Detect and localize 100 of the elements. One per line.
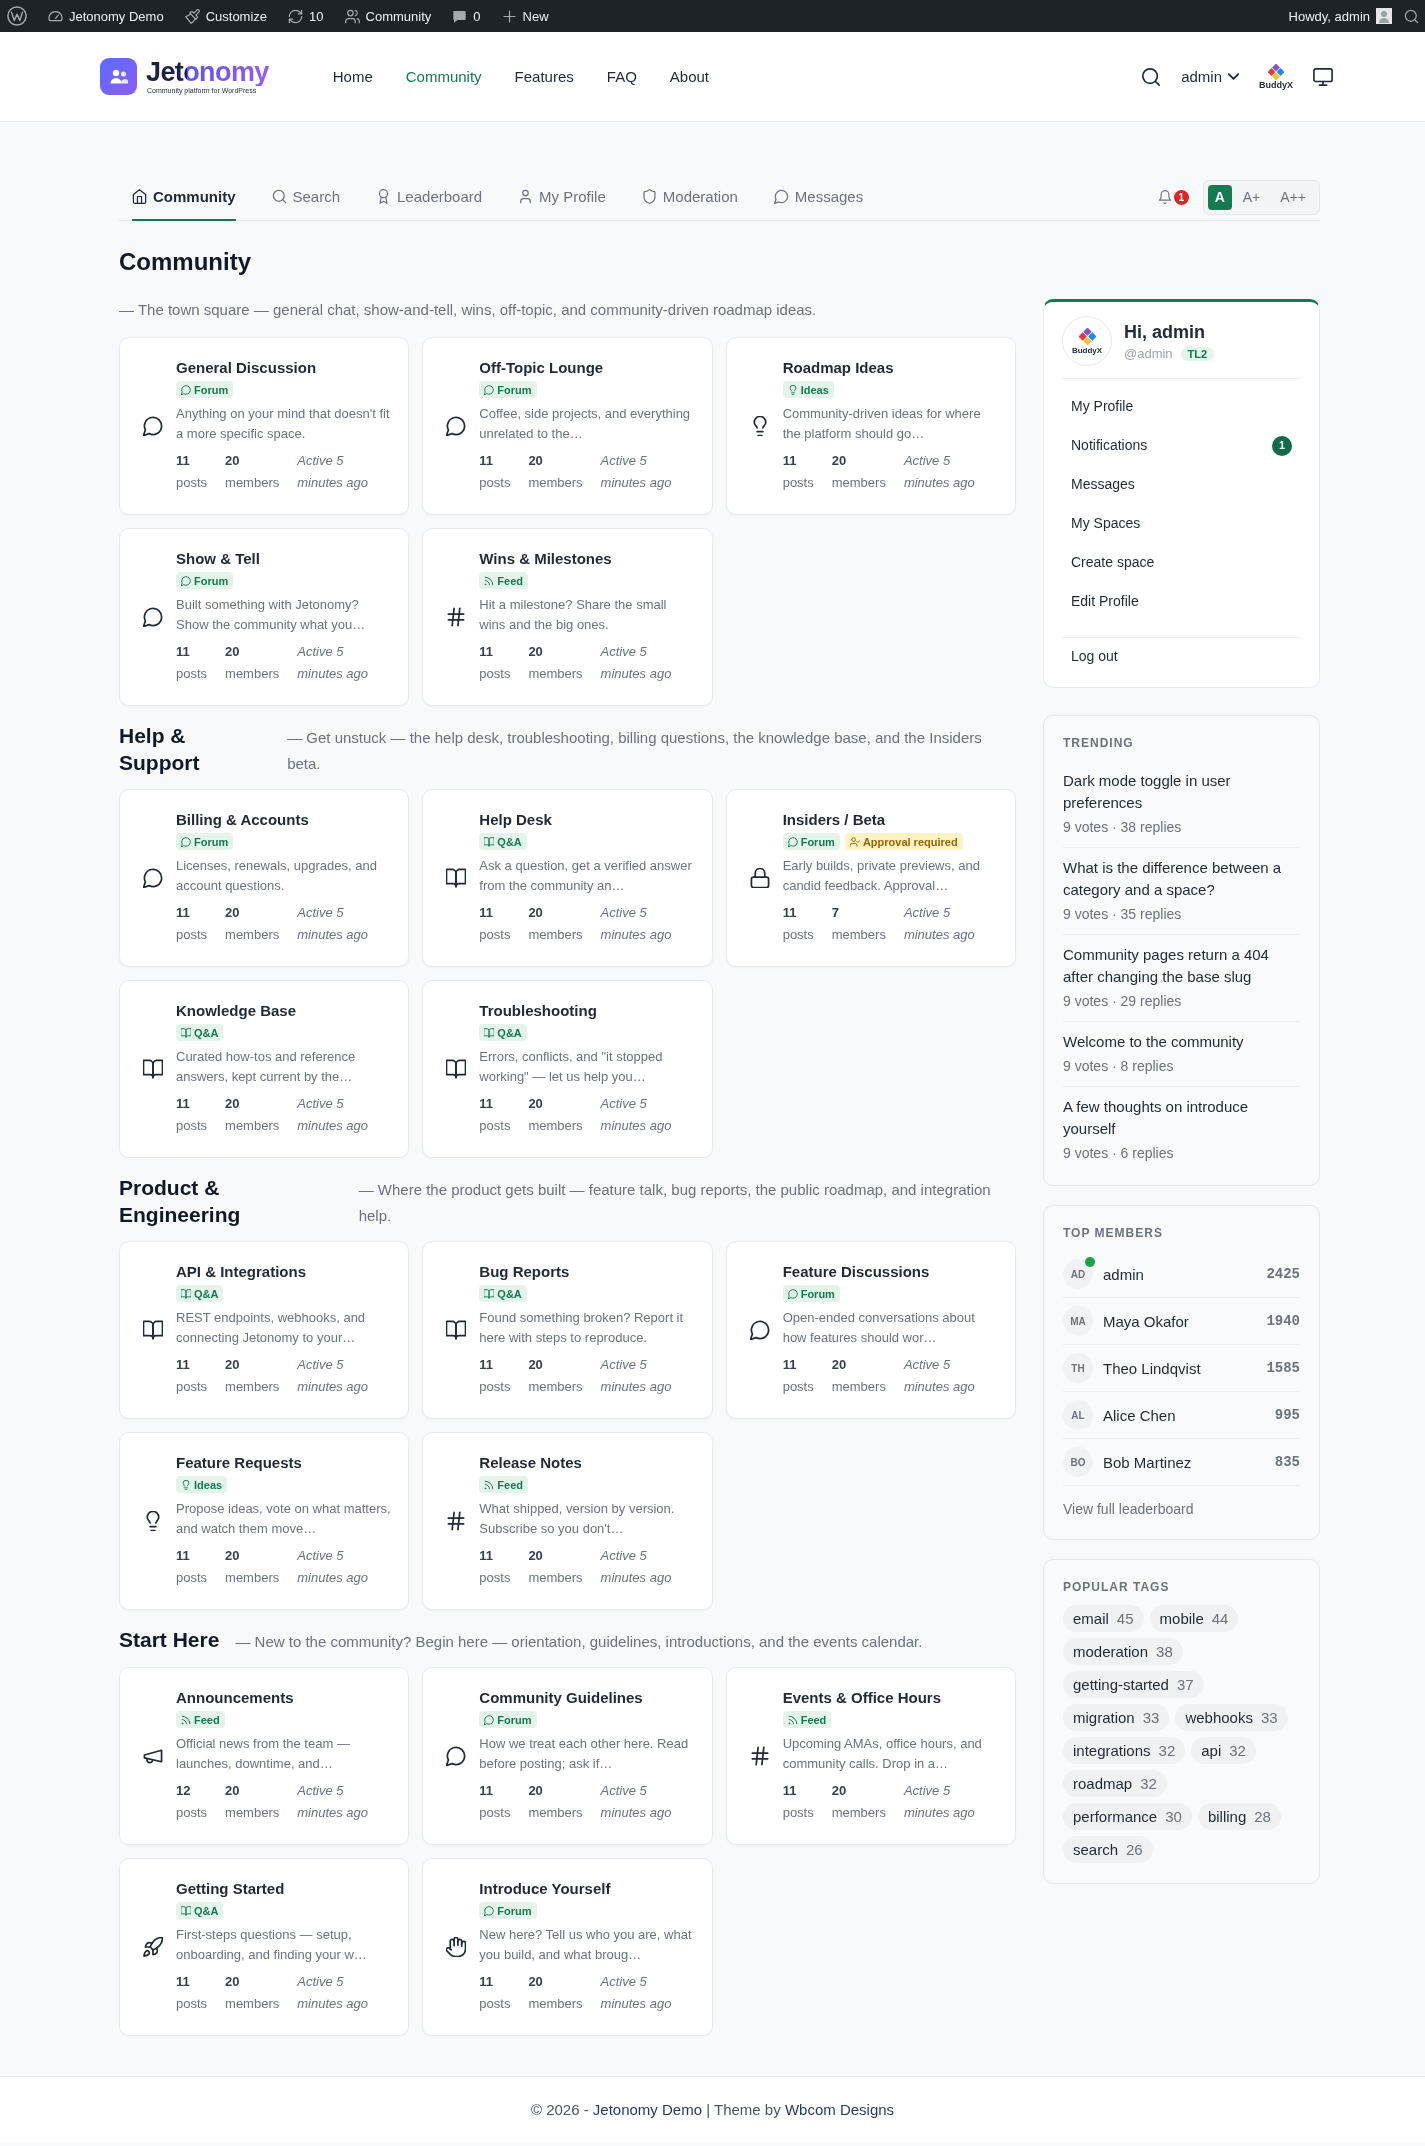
footer-link[interactable]: Jetonomy Demo (592, 2101, 703, 2118)
font-size-button[interactable]: A (1207, 184, 1232, 210)
monitor-icon[interactable] (1313, 66, 1333, 87)
site-logo-icon[interactable] (7, 6, 27, 26)
space-card[interactable]: API & Integrations Q&A REST endpoints, webhooks, and connecting Jetonomy to your… 11 posts 20 members Active 5 minutes ago (119, 1241, 410, 1419)
open-book-icon (181, 1027, 191, 1038)
space-card[interactable]: Insiders / Beta Forum Approval required Early builds, private previews, and candid feedback. Approval… 11 posts 7 members Active 5 minutes ago (725, 789, 1016, 967)
tab[interactable]: My Profile (518, 174, 606, 221)
tag-chip[interactable]: roadmap 32 (1063, 1770, 1167, 1797)
profile-avatar[interactable]: BuddyX (1062, 316, 1112, 366)
space-card[interactable]: Release Notes Feed What shipped, version by version. Subscribe so you don't… 11 posts 20 members Active 5 minutes ago (422, 1432, 713, 1610)
admin-bar-link[interactable]: Customize (184, 8, 268, 24)
admin-bar-link[interactable]: Community (344, 8, 432, 24)
trending-topic-link[interactable]: Welcome to the community (1063, 1031, 1300, 1053)
last-activity: Active 5 minutes ago (903, 1782, 976, 1822)
profile-menu-item[interactable]: Edit Profile (1058, 582, 1305, 621)
member-name[interactable]: Maya Okafor (1103, 1312, 1257, 1330)
profile-menu-item[interactable]: Messages (1058, 465, 1305, 504)
trending-topic-link[interactable]: A few thoughts on introduce yourself (1063, 1096, 1300, 1140)
notifications-button[interactable]: 1 (1157, 189, 1189, 205)
last-activity: Active 5 minutes ago (297, 1547, 370, 1587)
leaderboard-link[interactable]: View full leaderboard (1063, 1499, 1300, 1519)
tag-chip[interactable]: api 32 (1191, 1737, 1256, 1764)
member-name[interactable]: admin (1103, 1265, 1257, 1283)
space-card[interactable]: Announcements Feed Official news from the team — launches, downtime, and… 12 posts 20 members Active 5 minutes ago (119, 1667, 410, 1845)
tag-chip[interactable]: migration 33 (1063, 1704, 1170, 1731)
admin-bar-link[interactable]: Jetonomy Demo (48, 8, 164, 24)
space-card[interactable]: Knowledge Base Q&A Curated how-tos and reference answers, kept current by the… 11 posts 20 members Active 5 minutes ago (119, 980, 410, 1158)
space-card[interactable]: Roadmap Ideas Ideas Community-driven ideas for where the platform should go… 11 posts 20 members Active 5 minutes ago (725, 337, 1016, 515)
profile-menu-item[interactable]: Notifications 1 (1058, 426, 1305, 465)
space-stat: 20 members (831, 452, 886, 492)
space-card[interactable]: Getting Started Q&A First-steps questions — setup, onboarding, and finding your w… 11 posts 20 members Active 5 minutes ago (119, 1858, 410, 2036)
space-card[interactable]: Feature Requests Ideas Propose ideas, vote on what matters, and watch them move… 11 posts 20 members Active 5 minutes ago (119, 1432, 410, 1610)
tag-chip[interactable]: email 45 (1063, 1605, 1144, 1632)
space-description: New here? Tell us who you are, what you build, and what broug… (479, 1926, 693, 1964)
admin-bar-link[interactable]: New (501, 8, 549, 24)
tag-chip[interactable]: integrations 32 (1063, 1737, 1186, 1764)
logo-caption: BuddyX (1259, 79, 1293, 90)
profile-menu-item[interactable]: My Spaces (1058, 504, 1305, 543)
trending-topic-link[interactable]: What is the difference between a category and a space? (1063, 857, 1300, 901)
tab[interactable]: Search (271, 174, 341, 221)
space-card[interactable]: Wins & Milestones Feed Hit a milestone? Share the small wins and the big ones. 11 posts 20 members Active 5 minutes ago (422, 528, 713, 706)
chat-bubble-icon (446, 1746, 467, 1766)
nav-link[interactable]: Features (514, 68, 574, 85)
tag-chip[interactable]: billing 28 (1197, 1803, 1281, 1830)
trending-topic-link[interactable]: Community pages return a 404 after changing the base slug (1063, 944, 1300, 988)
font-size-button[interactable]: A++ (1271, 184, 1315, 210)
search-icon[interactable] (1141, 66, 1162, 87)
footer-link[interactable]: Wbcom Designs (784, 2101, 895, 2118)
tag-chip[interactable]: mobile 44 (1149, 1605, 1239, 1632)
member-initials-avatar: AD (1063, 1259, 1093, 1289)
nav-link[interactable]: About (669, 68, 710, 85)
account-link[interactable]: Howdy, admin (1288, 8, 1392, 24)
space-description: Early builds, private previews, and candid feedback. Approval… (782, 857, 981, 895)
shield-icon (641, 189, 657, 204)
nav-link[interactable]: FAQ (606, 68, 637, 85)
last-activity: Active 5 minutes ago (600, 1356, 673, 1396)
space-card[interactable]: Troubleshooting Q&A Errors, conflicts, and "it stopped working" — let us help you… 11 posts 20 members Active 5 minutes ago (422, 980, 713, 1158)
profile-menu-item[interactable]: My Profile (1058, 387, 1305, 426)
tag-chip[interactable]: getting-started 37 (1063, 1671, 1204, 1698)
space-card[interactable]: General Discussion Forum Anything on your mind that doesn't fit a more specific space. 11 posts 20 members Active 5 minutes ago (119, 337, 410, 515)
space-stat: 11 posts (479, 1095, 511, 1135)
last-activity: Active 5 minutes ago (600, 1973, 673, 2013)
chat-bubble-icon (143, 868, 163, 888)
space-card[interactable]: Help Desk Q&A Ask a question, get a verified answer from the community an… 11 posts 20 members Active 5 minutes ago (422, 789, 713, 967)
tag-chip[interactable]: performance 30 (1063, 1803, 1192, 1830)
last-activity: Active 5 minutes ago (297, 1095, 370, 1135)
nav-link[interactable]: Home (332, 68, 373, 85)
admin-bar-link[interactable]: 0 (452, 8, 481, 24)
user-menu-button[interactable]: admin (1181, 68, 1239, 85)
space-card[interactable]: Community Guidelines Forum How we treat each other here. Read before posting; ask if… 11 posts 20 members Active 5 minutes ago (422, 1667, 713, 1845)
tag-chip[interactable]: webhooks 33 (1175, 1704, 1288, 1731)
space-card[interactable]: Feature Discussions Forum Open-ended conversations about how features should wor… 11 posts 20 members Active 5 minutes ago (725, 1241, 1016, 1419)
profile-menu-item[interactable]: Create space (1058, 543, 1305, 582)
tab[interactable]: Messages (773, 174, 864, 221)
space-card[interactable]: Bug Reports Q&A Found something broken? Report it here with steps to reproduce. 11 posts 20 members Active 5 minutes ago (422, 1241, 713, 1419)
tab[interactable]: Leaderboard (376, 174, 483, 221)
member-name[interactable]: Theo Lindqvist (1103, 1359, 1257, 1377)
space-description: Hit a milestone? Share the small wins and the big ones. (479, 596, 668, 634)
space-card[interactable]: Events & Office Hours Feed Upcoming AMAs, office hours, and community calls. Drop in a… 11 posts 20 members Active 5 minutes ago (725, 1667, 1016, 1845)
diamond-logo-icon[interactable] (1268, 63, 1284, 80)
tab[interactable]: Moderation (641, 174, 738, 221)
font-size-button[interactable]: A+ (1233, 184, 1270, 210)
space-card[interactable]: Introduce Yourself Forum New here? Tell us who you are, what you build, and what broug… 11 posts 20 members Active 5 minutes ago (422, 1858, 713, 2036)
space-card[interactable]: Billing & Accounts Forum Licenses, renewals, upgrades, and account questions. 11 posts 20 members Active 5 minutes ago (119, 789, 410, 967)
member-points: 2425 (1266, 1266, 1300, 1282)
nav-link[interactable]: Community (405, 68, 482, 85)
tag-chip[interactable]: moderation 38 (1063, 1638, 1183, 1665)
tab[interactable]: Community (132, 174, 236, 221)
search-icon[interactable] (1404, 8, 1419, 24)
rss-icon (787, 1714, 798, 1725)
space-card[interactable]: Off-Topic Lounge Forum Coffee, side projects, and everything unrelated to the… 11 posts 20 members Active 5 minutes ago (422, 337, 713, 515)
admin-bar-link[interactable]: 10 (288, 8, 324, 24)
member-name[interactable]: Alice Chen (1103, 1406, 1265, 1424)
logout-link[interactable]: Log out (1058, 638, 1305, 671)
member-name[interactable]: Bob Martinez (1103, 1453, 1265, 1471)
tag-chip[interactable]: search 26 (1063, 1836, 1153, 1863)
trending-topic-link[interactable]: Dark mode toggle in user preferences (1063, 770, 1300, 814)
space-card[interactable]: Show & Tell Forum Built something with Jetonomy? Show the community what you… 11 posts 20 members Active 5 minutes ago (119, 528, 410, 706)
people-logo-icon[interactable] (100, 58, 137, 95)
